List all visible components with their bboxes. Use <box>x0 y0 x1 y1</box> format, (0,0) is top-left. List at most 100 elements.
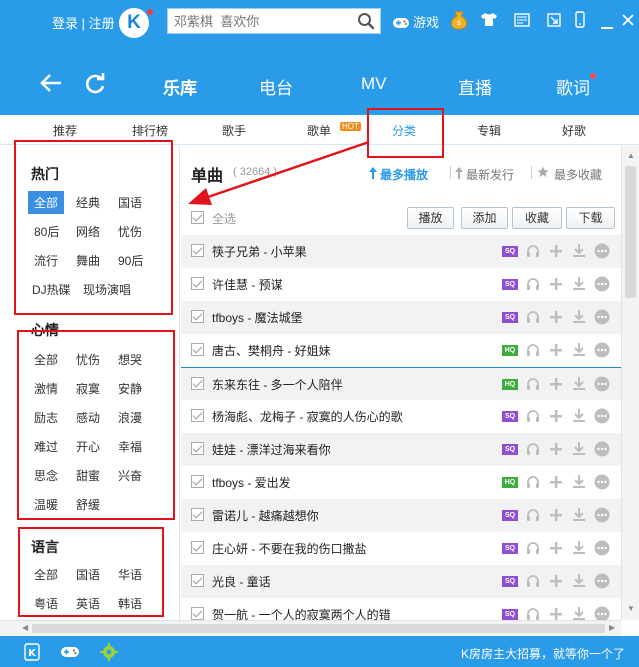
mv-headphone-icon[interactable] <box>525 309 541 328</box>
mv-headphone-icon[interactable] <box>525 243 541 262</box>
table-row[interactable]: 许佳慧 - 预谋 SQ <box>181 268 621 301</box>
message-icon[interactable] <box>514 13 530 30</box>
more-icon[interactable] <box>594 507 610 526</box>
download-icon[interactable] <box>571 573 587 592</box>
mv-headphone-icon[interactable] <box>525 540 541 559</box>
kugou-small-icon[interactable]: K <box>24 643 40 664</box>
tag-upset[interactable]: 难过 <box>28 435 64 458</box>
row-checkbox[interactable] <box>191 574 204 587</box>
tab-recommend[interactable]: 推荐 <box>53 122 77 139</box>
add-button[interactable]: 添加 <box>461 207 508 229</box>
tab-albums[interactable]: 专辑 <box>477 122 501 139</box>
mv-headphone-icon[interactable] <box>525 408 541 427</box>
sort-most-favorited[interactable]: 最多收藏 <box>554 166 602 183</box>
scroll-down-arrow-icon[interactable]: ▼ <box>627 604 635 613</box>
table-row[interactable]: 杨海彪、龙梅子 - 寂寞的人伤心的歌 SQ <box>181 400 621 433</box>
nav-radio[interactable]: 电台 <box>259 74 293 99</box>
song-title[interactable]: 东来东往 - 多一个人陪伴 <box>212 376 343 393</box>
row-checkbox[interactable] <box>191 607 204 620</box>
tag-lang-all[interactable]: 全部 <box>28 563 64 586</box>
tag-warm[interactable]: 温暖 <box>28 493 64 516</box>
download-icon[interactable] <box>571 342 587 361</box>
horizontal-scrollbar[interactable]: ◀ ▶ <box>18 620 621 636</box>
download-icon[interactable] <box>571 441 587 460</box>
tag-inspiring[interactable]: 励志 <box>28 406 64 429</box>
song-title[interactable]: 庄心妍 - 不要在我的伤口撒盐 <box>212 540 367 557</box>
more-icon[interactable] <box>594 376 610 395</box>
back-arrow-icon[interactable] <box>40 73 62 96</box>
mv-headphone-icon[interactable] <box>525 441 541 460</box>
nav-library[interactable]: 乐库 <box>163 74 197 99</box>
add-icon[interactable] <box>548 507 564 526</box>
tab-charts[interactable]: 排行榜 <box>132 122 168 139</box>
tag-sad[interactable]: 忧伤 <box>112 220 148 243</box>
search-icon[interactable] <box>357 12 375 33</box>
tag-classic[interactable]: 经典 <box>70 191 106 214</box>
tab-good-songs[interactable]: 好歌 <box>562 122 586 139</box>
tag-lang-korean[interactable]: 韩语 <box>112 592 148 615</box>
download-icon[interactable] <box>571 606 587 620</box>
tag-80s[interactable]: 80后 <box>28 220 65 243</box>
download-icon[interactable] <box>571 276 587 295</box>
login-link[interactable]: 登录 <box>52 16 78 31</box>
add-icon[interactable] <box>548 408 564 427</box>
table-row[interactable]: 唐古、樊桐舟 - 好姐妹 HQ <box>181 334 621 367</box>
row-checkbox[interactable] <box>191 442 204 455</box>
song-title[interactable]: 雷诺儿 - 越痛越想你 <box>212 507 319 524</box>
more-icon[interactable] <box>594 573 610 592</box>
table-row[interactable]: 雷诺儿 - 越痛越想你 SQ <box>181 499 621 532</box>
vertical-scroll-thumb[interactable] <box>625 166 636 298</box>
tag-mood-all[interactable]: 全部 <box>28 348 64 371</box>
download-icon[interactable] <box>571 376 587 395</box>
promo-message[interactable]: K房房主大招募，就等你一个了 <box>461 645 625 662</box>
song-title[interactable]: 光良 - 童话 <box>212 573 271 590</box>
row-checkbox[interactable] <box>191 310 204 323</box>
money-bag-icon[interactable]: $ <box>449 8 469 33</box>
add-icon[interactable] <box>548 606 564 620</box>
tag-miss[interactable]: 思念 <box>28 464 64 487</box>
horizontal-scroll-thumb[interactable] <box>32 624 605 633</box>
scroll-left-arrow-icon[interactable]: ◀ <box>22 623 28 632</box>
add-icon[interactable] <box>548 376 564 395</box>
tag-soothing[interactable]: 舒缓 <box>70 493 106 516</box>
play-button[interactable]: 播放 <box>407 207 454 229</box>
song-title[interactable]: 筷子兄弟 - 小苹果 <box>212 243 307 260</box>
favorite-button[interactable]: 收藏 <box>512 207 562 229</box>
row-checkbox[interactable] <box>191 475 204 488</box>
row-checkbox[interactable] <box>191 541 204 554</box>
tag-touching[interactable]: 感动 <box>70 406 106 429</box>
song-title[interactable]: 杨海彪、龙梅子 - 寂寞的人伤心的歌 <box>212 408 403 425</box>
row-checkbox[interactable] <box>191 244 204 257</box>
table-row[interactable]: 东来东往 - 多一个人陪伴 HQ <box>181 367 621 400</box>
minimize-icon[interactable] <box>601 19 613 33</box>
mini-mode-icon[interactable] <box>547 13 561 30</box>
row-checkbox[interactable] <box>191 377 204 390</box>
add-icon[interactable] <box>548 276 564 295</box>
add-icon[interactable] <box>548 309 564 328</box>
tag-excited[interactable]: 兴奋 <box>112 464 148 487</box>
tag-mandarin[interactable]: 国语 <box>112 191 148 214</box>
gamepad-icon[interactable] <box>60 645 80 662</box>
tag-cry[interactable]: 想哭 <box>112 348 148 371</box>
tag-network[interactable]: 网络 <box>70 220 106 243</box>
nav-live[interactable]: 直播 <box>458 74 492 99</box>
register-link[interactable]: 注册 <box>89 16 115 31</box>
more-icon[interactable] <box>594 309 610 328</box>
skin-shirt-icon[interactable] <box>480 12 498 30</box>
download-icon[interactable] <box>571 243 587 262</box>
tab-categories[interactable]: 分类 <box>392 122 416 139</box>
tag-romantic[interactable]: 浪漫 <box>112 406 148 429</box>
download-icon[interactable] <box>571 540 587 559</box>
song-title[interactable]: 许佳慧 - 预谋 <box>212 276 283 293</box>
tab-singers[interactable]: 歌手 <box>222 122 246 139</box>
tag-lang-chinese[interactable]: 华语 <box>112 563 148 586</box>
mv-headphone-icon[interactable] <box>525 573 541 592</box>
mv-headphone-icon[interactable] <box>525 507 541 526</box>
add-icon[interactable] <box>548 573 564 592</box>
close-icon[interactable] <box>622 14 634 29</box>
table-row[interactable]: 筷子兄弟 - 小苹果 SQ <box>181 235 621 268</box>
table-row[interactable]: 光良 - 童话 SQ <box>181 565 621 598</box>
download-icon[interactable] <box>571 507 587 526</box>
tag-happy[interactable]: 开心 <box>70 435 106 458</box>
tag-90s[interactable]: 90后 <box>112 249 149 272</box>
